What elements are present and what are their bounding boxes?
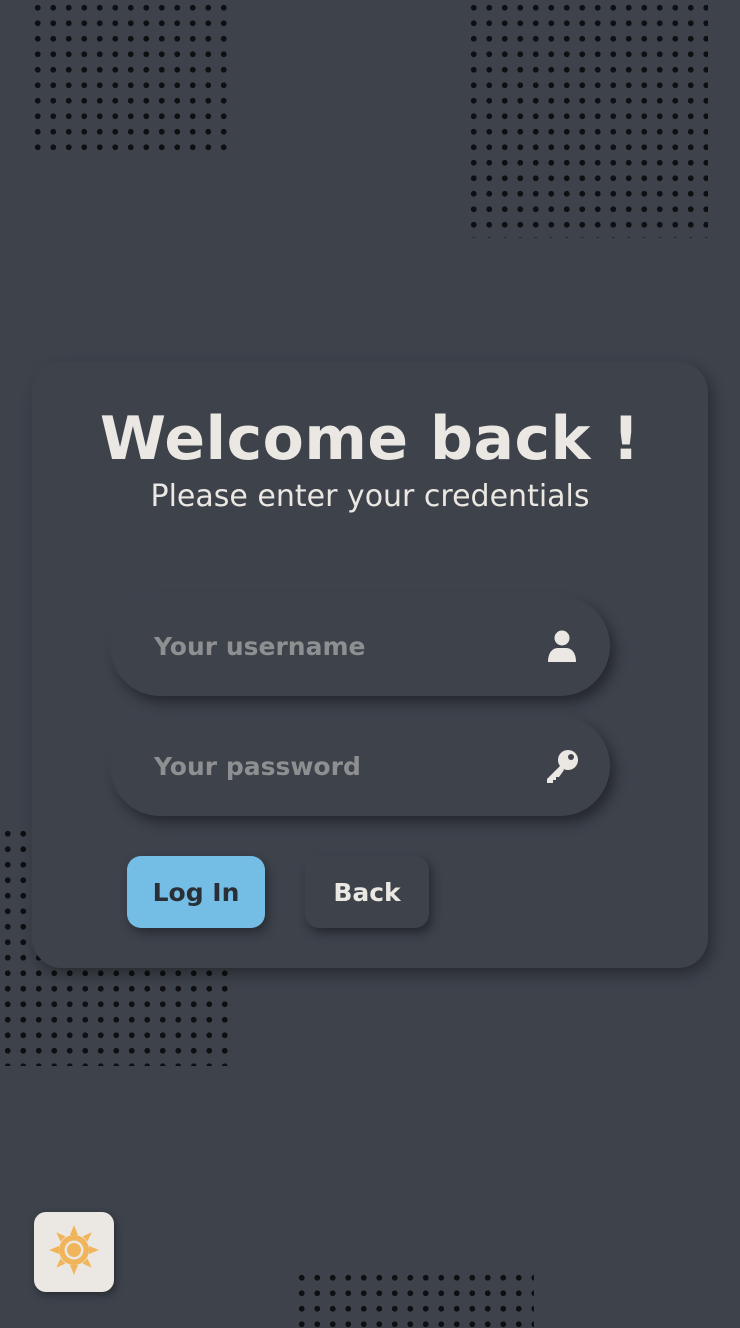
dot-pattern-decoration — [30, 0, 230, 158]
sun-icon — [47, 1223, 101, 1281]
key-icon — [544, 748, 580, 784]
credentials-subtitle: Please enter your credentials — [150, 479, 590, 514]
dot-pattern-decoration — [466, 0, 708, 238]
login-card: Welcome back ! Please enter your credent… — [32, 362, 708, 968]
username-input[interactable] — [154, 596, 514, 696]
username-field[interactable] — [110, 596, 610, 696]
login-page: Welcome back ! Please enter your credent… — [0, 0, 740, 1328]
dot-pattern-decoration — [294, 1270, 534, 1328]
password-input[interactable] — [154, 716, 514, 816]
welcome-title: Welcome back ! — [99, 404, 641, 474]
password-field[interactable] — [110, 716, 610, 816]
user-icon — [544, 628, 580, 664]
login-button[interactable]: Log In — [127, 856, 265, 928]
back-button[interactable]: Back — [305, 856, 429, 928]
theme-toggle-button[interactable] — [34, 1212, 114, 1292]
